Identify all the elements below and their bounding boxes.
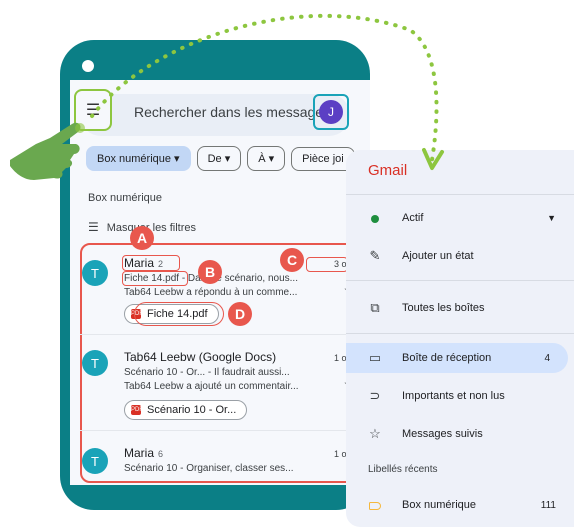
email-sender[interactable]: Maria 6 <box>124 446 163 460</box>
recent-labels-header: Libellés récents <box>368 464 438 475</box>
date-highlight <box>306 257 348 272</box>
email-snippet[interactable]: Tab64 Leebw a ajouté un commentair... <box>124 381 299 392</box>
divider <box>346 194 574 195</box>
sender-name: Tab64 Leebw (Google Docs) <box>124 350 277 364</box>
sender-avatar: T <box>82 350 108 376</box>
subject-highlight <box>122 271 188 286</box>
gmail-mobile-screen: ☰ Rechercher dans les messages J Box num… <box>70 80 370 485</box>
attachment-chip[interactable]: PDF Scénario 10 - Or... <box>124 400 248 420</box>
sender-highlight <box>122 255 180 271</box>
dropdown-arrow-icon[interactable]: ▼ <box>547 213 556 223</box>
sender-name: Maria <box>124 446 155 460</box>
section-title: Box numérique <box>88 192 162 204</box>
email-subject[interactable]: Scénario 10 - Or... - Il faudrait aussi.… <box>124 367 290 378</box>
thread-count: 6 <box>158 449 164 459</box>
badge-c: C <box>280 248 304 272</box>
divider <box>80 430 356 431</box>
search-input[interactable]: Rechercher dans les messages <box>134 104 330 120</box>
attachment-highlight <box>134 302 224 326</box>
pointing-hand-icon <box>10 122 85 180</box>
nav-label: Importants et non lus <box>402 390 505 402</box>
nav-label: Boîte de réception <box>402 352 492 364</box>
nav-label: Toutes les boîtes <box>402 302 485 314</box>
navigation-drawer: Gmail Actif ▼ ✎ Ajouter un état ⧉ Toutes… <box>346 150 574 527</box>
nav-label-box-numerique[interactable]: Box numérique 111 <box>346 490 574 520</box>
attachment-name: Scénario 10 - Or... <box>147 404 237 416</box>
sender-avatar: T <box>82 260 108 286</box>
email-sender[interactable]: Tab64 Leebw (Google Docs) <box>124 350 276 364</box>
nav-important[interactable]: ⊃ Importants et non lus <box>346 381 574 411</box>
divider <box>80 334 356 335</box>
pencil-icon: ✎ <box>369 248 381 263</box>
avatar: J <box>319 100 343 124</box>
important-icon: ⊃ <box>369 388 381 403</box>
account-button[interactable]: J <box>313 94 349 130</box>
add-status-label: Ajouter un état <box>402 250 474 262</box>
badge-d: D <box>228 302 252 326</box>
badge-a: A <box>130 226 154 250</box>
email-snippet[interactable]: Tab64 Leebw a répondu à un comme... <box>124 287 297 298</box>
pdf-icon: PDF <box>131 405 143 415</box>
status-active[interactable]: Actif ▼ <box>346 203 574 233</box>
label-count: 111 <box>540 499 556 511</box>
sender-avatar: T <box>82 448 108 474</box>
camera-dot <box>82 60 94 72</box>
badge-b: B <box>198 260 222 284</box>
green-dot-icon <box>368 211 382 226</box>
label-tag-icon <box>368 498 382 513</box>
inbox-count: 4 <box>544 352 550 364</box>
nav-all-mail[interactable]: ⧉ Toutes les boîtes <box>346 293 574 323</box>
inbox-icon: ▭ <box>368 350 382 365</box>
chip-to[interactable]: À ▾ <box>247 146 286 171</box>
chip-label[interactable]: Box numérique ▾ <box>86 146 191 171</box>
nav-label: Messages suivis <box>402 428 483 440</box>
status-label: Actif <box>402 212 424 224</box>
all-mail-icon: ⧉ <box>370 300 380 315</box>
add-status[interactable]: ✎ Ajouter un état <box>346 241 574 271</box>
filter-chips: Box numérique ▾ De ▾ À ▾ Pièce joi <box>86 146 361 171</box>
divider <box>346 333 574 334</box>
email-subject[interactable]: Scénario 10 - Organiser, classer ses... <box>124 463 294 474</box>
nav-starred[interactable]: ☆ Messages suivis <box>346 419 574 449</box>
chip-from[interactable]: De ▾ <box>196 146 242 171</box>
nav-inbox[interactable]: ▭ Boîte de réception 4 <box>346 343 568 373</box>
filter-lines-icon: ☰ <box>88 220 99 234</box>
divider <box>346 280 574 281</box>
star-icon: ☆ <box>369 426 381 441</box>
gmail-logo: Gmail <box>368 162 408 179</box>
nav-label: Box numérique <box>402 499 476 511</box>
